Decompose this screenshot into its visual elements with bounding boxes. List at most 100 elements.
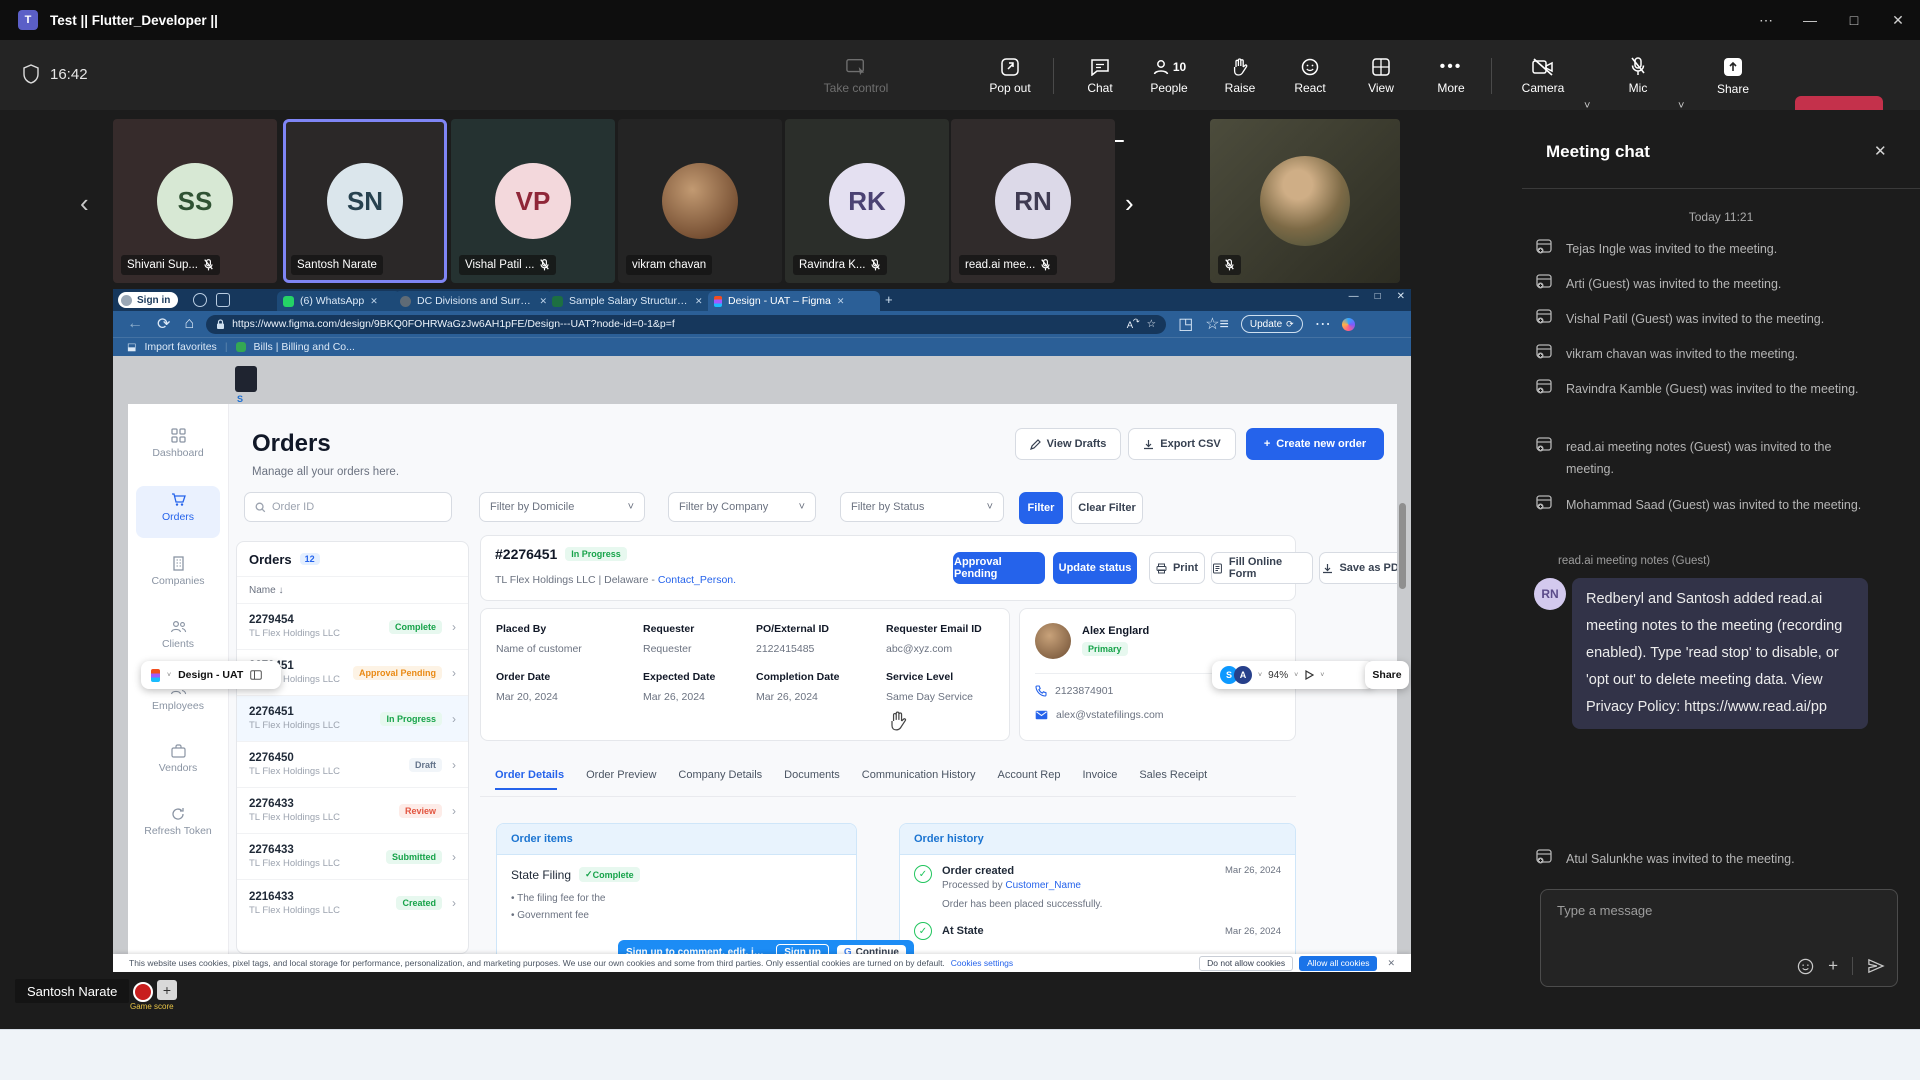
maximize-button[interactable]: □: [1832, 0, 1876, 40]
canvas-scrollbar[interactable]: [1399, 503, 1406, 589]
sidebar-item-companies[interactable]: Companies: [128, 556, 228, 587]
scroll-tiles-left-icon[interactable]: ‹: [80, 188, 89, 219]
pop-out-button[interactable]: Pop out: [972, 48, 1048, 104]
order-row[interactable]: 2216433TL Flex Holdings LLC Created ›: [237, 880, 468, 926]
browser-tab[interactable]: DC Divisions and Surroundings✕: [394, 291, 553, 311]
participant-tile[interactable]: vikram chavan: [618, 119, 782, 283]
order-row[interactable]: 2276433TL Flex Holdings LLC Review ›: [237, 788, 468, 834]
tab-order-preview[interactable]: Order Preview: [586, 769, 656, 781]
browser-maximize-icon[interactable]: □: [1375, 291, 1381, 302]
refresh-icon[interactable]: ⟳: [157, 314, 170, 334]
participant-tile[interactable]: RN read.ai mee...: [951, 119, 1115, 283]
allow-cookies-button[interactable]: Allow all cookies: [1299, 956, 1377, 971]
browser-minimize-icon[interactable]: —: [1349, 291, 1359, 302]
more-button[interactable]: ••• More: [1413, 48, 1489, 104]
browser-signin-button[interactable]: Sign in: [118, 292, 178, 308]
contact-person-link[interactable]: Contact_Person.: [658, 574, 736, 586]
send-icon[interactable]: [1867, 958, 1885, 974]
close-tab-icon[interactable]: ✕: [837, 296, 845, 307]
approval-pending-button[interactable]: Approval Pending: [953, 552, 1045, 584]
collaborator-avatar[interactable]: A: [1234, 666, 1252, 684]
participant-tile[interactable]: [1210, 119, 1400, 283]
filter-domicile-select[interactable]: Filter by Domicile˅: [479, 492, 645, 522]
print-button[interactable]: Print: [1149, 552, 1205, 584]
chevron-down-icon[interactable]: ˅: [1258, 672, 1262, 679]
browser-window-controls[interactable]: — □ ✕: [1349, 291, 1405, 302]
people-button[interactable]: 10 People: [1131, 48, 1207, 104]
browser-tab-active[interactable]: Design - UAT – Figma✕: [708, 291, 880, 311]
order-row[interactable]: 2279454TL Flex Holdings LLC Complete ›: [237, 604, 468, 650]
layout-icon[interactable]: [250, 670, 262, 680]
chat-close-icon[interactable]: ✕: [1874, 142, 1887, 160]
sidebar-item-vendors[interactable]: Vendors: [128, 744, 228, 774]
customer-name-link[interactable]: Customer_Name: [1005, 880, 1081, 891]
cookie-close-icon[interactable]: ✕: [1387, 958, 1395, 969]
sidebar-item-dashboard[interactable]: Dashboard: [128, 428, 228, 459]
tab-invoice[interactable]: Invoice: [1082, 769, 1117, 781]
browser-close-icon[interactable]: ✕: [1397, 291, 1405, 302]
home-icon[interactable]: ⌂: [184, 315, 194, 333]
chat-input-box[interactable]: +: [1540, 889, 1898, 987]
participant-tile[interactable]: RK Ravindra K...: [785, 119, 949, 283]
filter-company-select[interactable]: Filter by Company˅: [668, 492, 816, 522]
figma-file-pill[interactable]: ˅ Design - UAT: [141, 661, 281, 689]
favorites-bar-icon[interactable]: ☆≡: [1205, 314, 1229, 334]
create-new-order-button[interactable]: + Create new order: [1246, 428, 1384, 460]
chevron-down-icon[interactable]: ˅: [1320, 672, 1324, 679]
clear-filter-button[interactable]: Clear Filter: [1071, 492, 1143, 524]
sidebar-item-clients[interactable]: Clients: [128, 620, 228, 650]
tab-communication-history[interactable]: Communication History: [862, 769, 976, 781]
participant-tile[interactable]: SN Santosh Narate: [283, 119, 447, 283]
browser-update-button[interactable]: Update ⟳: [1241, 315, 1303, 333]
view-drafts-button[interactable]: View Drafts: [1015, 428, 1121, 460]
participant-tile[interactable]: SS Shivani Sup...: [113, 119, 277, 283]
contact-email[interactable]: alex@vstatefilings.com: [1056, 709, 1164, 721]
import-favorites-link[interactable]: Import favorites: [144, 341, 216, 353]
figma-share-button[interactable]: Share: [1365, 661, 1409, 689]
mic-button[interactable]: Mic: [1600, 48, 1676, 104]
browser-tab[interactable]: Sample Salary Structure with calc✕: [546, 291, 715, 311]
scroll-tiles-right-icon[interactable]: ›: [1125, 188, 1134, 219]
zoom-level[interactable]: 94%: [1268, 670, 1288, 681]
order-row[interactable]: 2276433TL Flex Holdings LLC Submitted ›: [237, 834, 468, 880]
tab-sales-receipt[interactable]: Sales Receipt: [1139, 769, 1207, 781]
chevron-down-icon[interactable]: ˅: [167, 672, 171, 679]
address-bar[interactable]: https://www.figma.com/design/9BKQ0FOHRWa…: [206, 315, 1166, 334]
tab-company-details[interactable]: Company Details: [678, 769, 762, 781]
view-button[interactable]: View: [1343, 48, 1419, 104]
update-status-button[interactable]: Update status: [1053, 552, 1137, 584]
orders-column-header[interactable]: Name ↓: [237, 577, 468, 604]
share-button[interactable]: Share: [1695, 48, 1771, 104]
copilot-icon[interactable]: [1342, 318, 1355, 331]
bookmark-bills[interactable]: Bills | Billing and Co...: [254, 341, 355, 353]
favorite-star-icon[interactable]: ☆: [1147, 318, 1156, 330]
fill-online-form-button[interactable]: Fill Online Form: [1211, 552, 1313, 584]
tab-actions-icon[interactable]: [216, 293, 230, 307]
raise-hand-button[interactable]: Raise: [1202, 48, 1278, 104]
chat-button[interactable]: Chat: [1062, 48, 1138, 104]
attach-plus-icon[interactable]: +: [1828, 956, 1838, 976]
workspaces-icon[interactable]: [193, 293, 207, 307]
close-tab-icon[interactable]: ✕: [695, 296, 703, 307]
participant-tile[interactable]: VP Vishal Patil ...: [451, 119, 615, 283]
sidebar-item-orders[interactable]: Orders: [128, 492, 228, 523]
save-as-pdf-button[interactable]: Save as PDF: [1319, 552, 1397, 584]
present-icon[interactable]: [1304, 670, 1314, 680]
tab-documents[interactable]: Documents: [784, 769, 840, 781]
export-csv-button[interactable]: Export CSV: [1128, 428, 1236, 460]
order-row[interactable]: 2276450TL Flex Holdings LLC Draft ›: [237, 742, 468, 788]
sidebar-item-refresh-token[interactable]: Refresh Token: [128, 807, 228, 837]
read-aloud-icon[interactable]: A↷: [1127, 317, 1140, 331]
deny-cookies-button[interactable]: Do not allow cookies: [1199, 956, 1293, 971]
presenter-add-button[interactable]: +: [157, 980, 177, 1000]
emoji-icon[interactable]: [1797, 958, 1814, 975]
cookie-settings-link[interactable]: Cookies settings: [951, 958, 1013, 968]
extensions-icon[interactable]: ◳: [1178, 314, 1193, 334]
chat-message-bubble[interactable]: Redberyl and Santosh added read.ai meeti…: [1572, 578, 1868, 729]
order-id-search[interactable]: Order ID: [244, 492, 452, 522]
chat-message-input[interactable]: [1555, 902, 1859, 919]
titlebar-more-icon[interactable]: ⋯: [1744, 0, 1788, 40]
chevron-down-icon[interactable]: ˅: [1294, 672, 1298, 679]
filter-button[interactable]: Filter: [1019, 492, 1063, 524]
react-button[interactable]: React: [1272, 48, 1348, 104]
